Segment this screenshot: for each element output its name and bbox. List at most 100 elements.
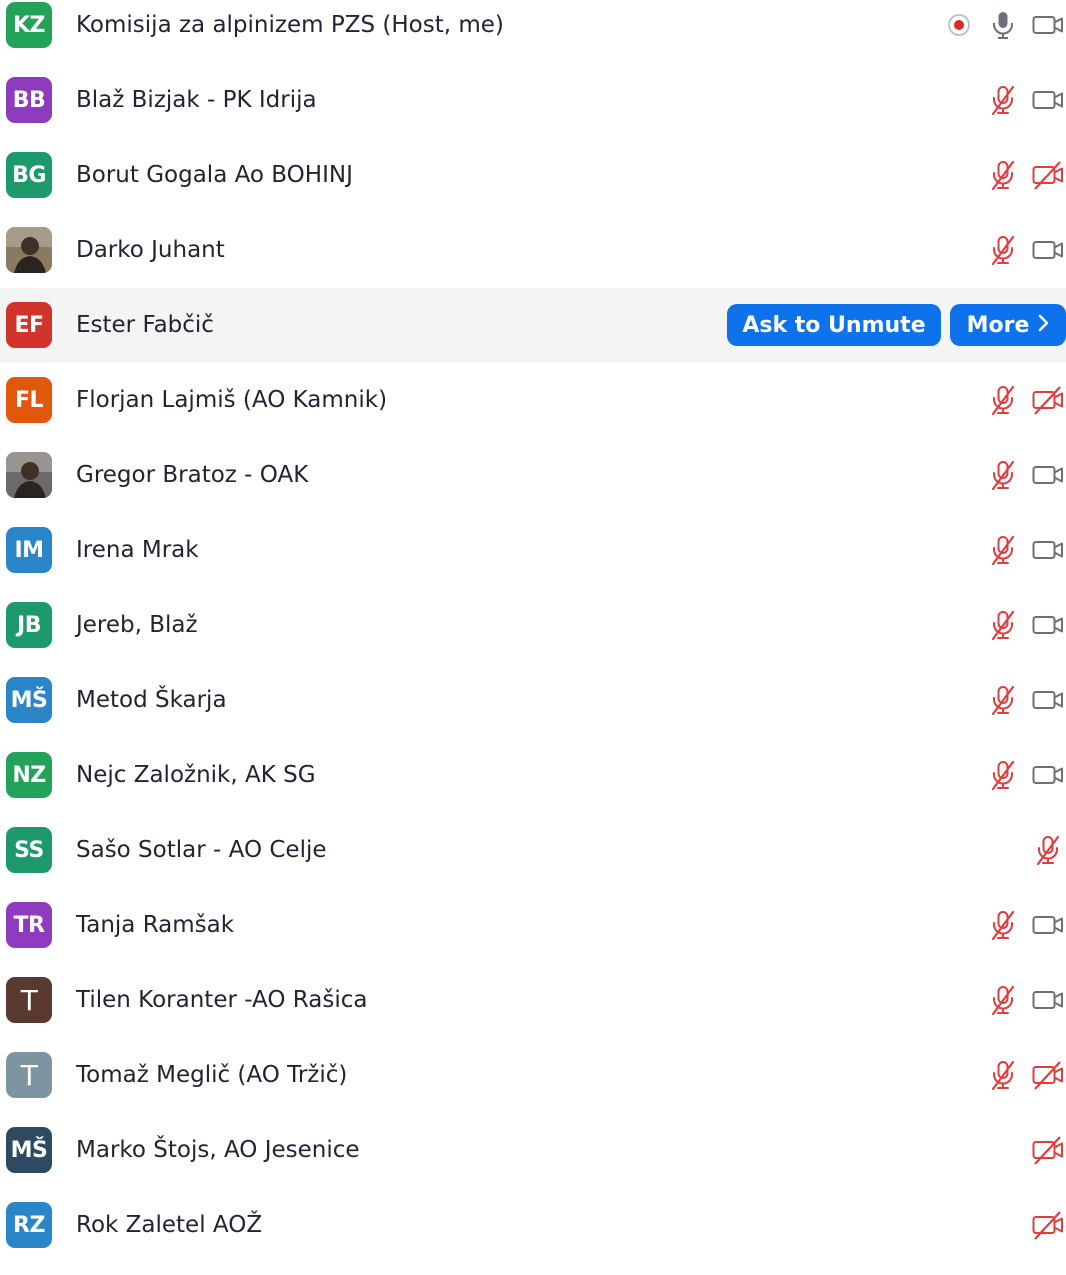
- video-camera-icon[interactable]: [1032, 234, 1064, 266]
- video-off-icon[interactable]: [1032, 1059, 1064, 1091]
- participant-name: Komisija za alpinizem PZS (Host, me): [76, 12, 504, 38]
- mic-muted-icon[interactable]: [987, 384, 1019, 416]
- participant-name: Darko Juhant: [76, 237, 225, 263]
- avatar-initials: RZ: [13, 1212, 45, 1238]
- avatar: JB: [6, 602, 52, 648]
- mic-muted-icon[interactable]: [987, 534, 1019, 566]
- participant-list: KZ Komisija za alpinizem PZS (Host, me) BB…: [0, 0, 1066, 1248]
- ask-to-unmute-button[interactable]: Ask to Unmute: [727, 304, 941, 346]
- participant-row-blaz-bizjak-pk-idrija[interactable]: BB Blaž Bizjak - PK Idrija: [0, 75, 1066, 150]
- more-button[interactable]: More: [950, 304, 1066, 346]
- avatar: BG: [6, 152, 52, 198]
- mic-muted-icon[interactable]: [987, 759, 1019, 791]
- avatar-initials: TR: [13, 912, 45, 938]
- participant-row-tanja-ramsak[interactable]: TR Tanja Ramšak: [0, 900, 1066, 975]
- avatar-initials: JB: [17, 612, 41, 638]
- participant-row-komisija-za-alpinizem-pzs-host-me[interactable]: KZ Komisija za alpinizem PZS (Host, me): [0, 0, 1066, 75]
- participant-row-nejc-zaloznik-ak-sg[interactable]: NZ Nejc Založnik, AK SG: [0, 750, 1066, 825]
- video-camera-icon[interactable]: [1032, 534, 1064, 566]
- avatar: MŠ: [6, 677, 52, 723]
- more-label: More: [966, 312, 1030, 338]
- video-off-icon[interactable]: [1032, 159, 1064, 191]
- chevron-right-icon: [1037, 313, 1049, 338]
- video-camera-icon[interactable]: [1032, 984, 1064, 1016]
- avatar: RZ: [6, 1202, 52, 1248]
- avatar-initials: NZ: [12, 762, 46, 788]
- recording-icon: [945, 11, 977, 43]
- participant-row-rok-zaletel-aoz[interactable]: RZ Rok Zaletel AOŽ: [0, 1200, 1066, 1275]
- avatar: FL: [6, 377, 52, 423]
- mic-muted-icon[interactable]: [987, 459, 1019, 491]
- participant-name: Gregor Bratoz - OAK: [76, 462, 309, 488]
- video-camera-icon[interactable]: [1032, 459, 1064, 491]
- mic-muted-icon[interactable]: [987, 159, 1019, 191]
- avatar-initials: EF: [14, 312, 44, 338]
- avatar: TR: [6, 902, 52, 948]
- mic-muted-icon[interactable]: [987, 984, 1019, 1016]
- avatar: BB: [6, 77, 52, 123]
- participant-name: Blaž Bizjak - PK Idrija: [76, 87, 317, 113]
- participant-row-florjan-lajmis-ao-kamnik[interactable]: FL Florjan Lajmiš (AO Kamnik): [0, 375, 1066, 450]
- video-camera-icon[interactable]: [1032, 609, 1064, 641]
- participant-row-irena-mrak[interactable]: IM Irena Mrak: [0, 525, 1066, 600]
- participant-name: Nejc Založnik, AK SG: [76, 762, 316, 788]
- participant-name: Metod Škarja: [76, 687, 227, 713]
- video-camera-icon[interactable]: [1032, 9, 1064, 41]
- avatar-initials: KZ: [13, 12, 46, 38]
- participant-row-gregor-bratoz-oak[interactable]: Gregor Bratoz - OAK: [0, 450, 1066, 525]
- video-camera-icon[interactable]: [1032, 84, 1064, 116]
- participant-name: Irena Mrak: [76, 537, 199, 563]
- video-camera-icon[interactable]: [1032, 909, 1064, 941]
- participant-name: Ester Fabčič: [76, 312, 214, 338]
- avatar: SS: [6, 827, 52, 873]
- avatar-initials: BB: [12, 87, 46, 113]
- participant-name: Tomaž Meglič (AO Tržič): [76, 1062, 348, 1088]
- mic-muted-icon[interactable]: [1032, 834, 1064, 866]
- avatar-initials: IM: [14, 537, 44, 563]
- avatar-initials: SS: [14, 837, 44, 863]
- participant-name: Tilen Koranter -AO Rašica: [76, 987, 368, 1013]
- avatar: NZ: [6, 752, 52, 798]
- avatar: T: [6, 977, 52, 1023]
- video-off-icon[interactable]: [1032, 384, 1064, 416]
- participant-name: Marko Štojs, AO Jesenice: [76, 1137, 360, 1163]
- video-camera-icon[interactable]: [1032, 759, 1064, 791]
- mic-muted-icon[interactable]: [987, 84, 1019, 116]
- avatar: MŠ: [6, 1127, 52, 1173]
- video-camera-icon[interactable]: [1032, 684, 1064, 716]
- participant-row-jereb-blaz[interactable]: JB Jereb, Blaž: [0, 600, 1066, 675]
- mic-muted-icon[interactable]: [987, 909, 1019, 941]
- avatar-initials: MŠ: [10, 1137, 48, 1163]
- avatar-initials: MŠ: [10, 687, 48, 713]
- mic-muted-icon[interactable]: [987, 234, 1019, 266]
- avatar: T: [6, 1052, 52, 1098]
- avatar-photo: [6, 452, 52, 498]
- participant-row-saso-sotlar-ao-celje[interactable]: SS Sašo Sotlar - AO Celje: [0, 825, 1066, 900]
- avatar: KZ: [6, 2, 52, 48]
- avatar-initials: FL: [14, 387, 44, 413]
- participant-row-tilen-koranter-ao-rasica[interactable]: T Tilen Koranter -AO Rašica: [0, 975, 1066, 1050]
- mic-muted-icon[interactable]: [987, 684, 1019, 716]
- participant-name: Sašo Sotlar - AO Celje: [76, 837, 327, 863]
- avatar-initials: T: [20, 983, 38, 1017]
- participant-row-ester-fabcic[interactable]: EF Ester Fabčič Ask to Unmute More: [0, 288, 1066, 363]
- mic-muted-icon[interactable]: [987, 1059, 1019, 1091]
- avatar: EF: [6, 302, 52, 348]
- avatar-photo: [6, 227, 52, 273]
- participant-name: Borut Gogala Ao BOHINJ: [76, 162, 353, 188]
- participant-name: Florjan Lajmiš (AO Kamnik): [76, 387, 388, 413]
- video-off-icon[interactable]: [1032, 1209, 1064, 1241]
- participant-row-metod-skarja[interactable]: MŠ Metod Škarja: [0, 675, 1066, 750]
- avatar: IM: [6, 527, 52, 573]
- avatar-initials: BG: [12, 162, 46, 188]
- participant-name: Jereb, Blaž: [76, 612, 198, 638]
- participant-row-borut-gogala-ao-bohinj[interactable]: BG Borut Gogala Ao BOHINJ: [0, 150, 1066, 225]
- microphone-icon[interactable]: [987, 9, 1019, 41]
- participant-name: Rok Zaletel AOŽ: [76, 1212, 263, 1238]
- participant-name: Tanja Ramšak: [76, 912, 235, 938]
- avatar-initials: T: [20, 1058, 38, 1092]
- participant-row-tomaz-meglic-ao-trzic[interactable]: T Tomaž Meglič (AO Tržič): [0, 1050, 1066, 1125]
- mic-muted-icon[interactable]: [987, 609, 1019, 641]
- participant-row-marko-stojs-ao-jesenice[interactable]: MŠ Marko Štojs, AO Jesenice: [0, 1125, 1066, 1200]
- video-off-icon[interactable]: [1032, 1134, 1064, 1166]
